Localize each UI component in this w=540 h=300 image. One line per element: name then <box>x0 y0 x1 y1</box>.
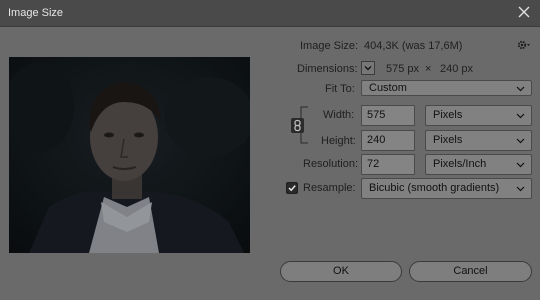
close-icon <box>518 6 530 18</box>
width-input[interactable]: 575 <box>361 105 415 126</box>
height-input[interactable]: 240 <box>361 130 415 151</box>
resample-method-value: Bicubic (smooth gradients) <box>369 182 500 194</box>
title-bar: Image Size <box>0 0 540 27</box>
ok-button[interactable]: OK <box>280 261 402 282</box>
cancel-button[interactable]: Cancel <box>409 261 532 282</box>
chevron-down-icon <box>364 66 372 71</box>
fit-to-value: Custom <box>369 82 407 94</box>
image-preview[interactable] <box>9 57 250 253</box>
resample-label: Resample: <box>303 182 356 194</box>
resample-checkbox[interactable] <box>286 182 298 194</box>
dimensions-times: × <box>425 63 432 75</box>
resample-method-select[interactable]: Bicubic (smooth gradients) <box>361 178 532 199</box>
check-icon <box>288 185 296 192</box>
height-unit-select[interactable]: Pixels <box>425 130 532 151</box>
close-button[interactable] <box>516 4 532 20</box>
gear-icon <box>517 40 530 50</box>
chevron-down-icon <box>516 162 525 168</box>
image-size-value: 404,3K (was 17,6M) <box>364 40 463 52</box>
resolution-unit-select[interactable]: Pixels/Inch <box>425 154 532 175</box>
preview-photo <box>9 57 250 253</box>
image-size-label: Image Size: <box>300 40 359 52</box>
image-size-dialog: Image Size Image Size: 404,3K (was 17,6M… <box>0 0 540 300</box>
ok-button-label: OK <box>333 265 349 277</box>
height-value: 240 <box>367 134 386 146</box>
cancel-button-label: Cancel <box>453 265 488 277</box>
fit-to-select[interactable]: Custom <box>361 80 532 96</box>
settings-button[interactable] <box>517 39 531 51</box>
resolution-value: 72 <box>367 158 380 170</box>
height-label: Height: <box>321 135 356 147</box>
window-title: Image Size <box>8 7 64 19</box>
resolution-unit-value: Pixels/Inch <box>433 158 487 170</box>
dimensions-label: Dimensions: <box>297 63 358 75</box>
dimensions-height-value: 240 px <box>440 63 474 75</box>
width-unit-value: Pixels <box>433 109 463 121</box>
width-value: 575 <box>367 109 386 121</box>
chevron-down-icon <box>516 138 525 144</box>
width-unit-select[interactable]: Pixels <box>425 105 532 126</box>
chevron-down-icon <box>516 86 525 92</box>
constrain-proportions-button[interactable] <box>291 118 304 133</box>
chevron-down-icon <box>516 186 525 192</box>
width-label: Width: <box>323 109 355 121</box>
height-unit-value: Pixels <box>433 134 463 146</box>
dimensions-menu-button[interactable] <box>361 61 375 75</box>
link-icon <box>291 118 304 133</box>
chevron-down-icon <box>516 113 525 119</box>
fit-to-label: Fit To: <box>325 83 355 95</box>
dimensions-width-value: 575 px <box>386 63 420 75</box>
resolution-label: Resolution: <box>303 158 359 170</box>
resolution-input[interactable]: 72 <box>361 154 415 175</box>
